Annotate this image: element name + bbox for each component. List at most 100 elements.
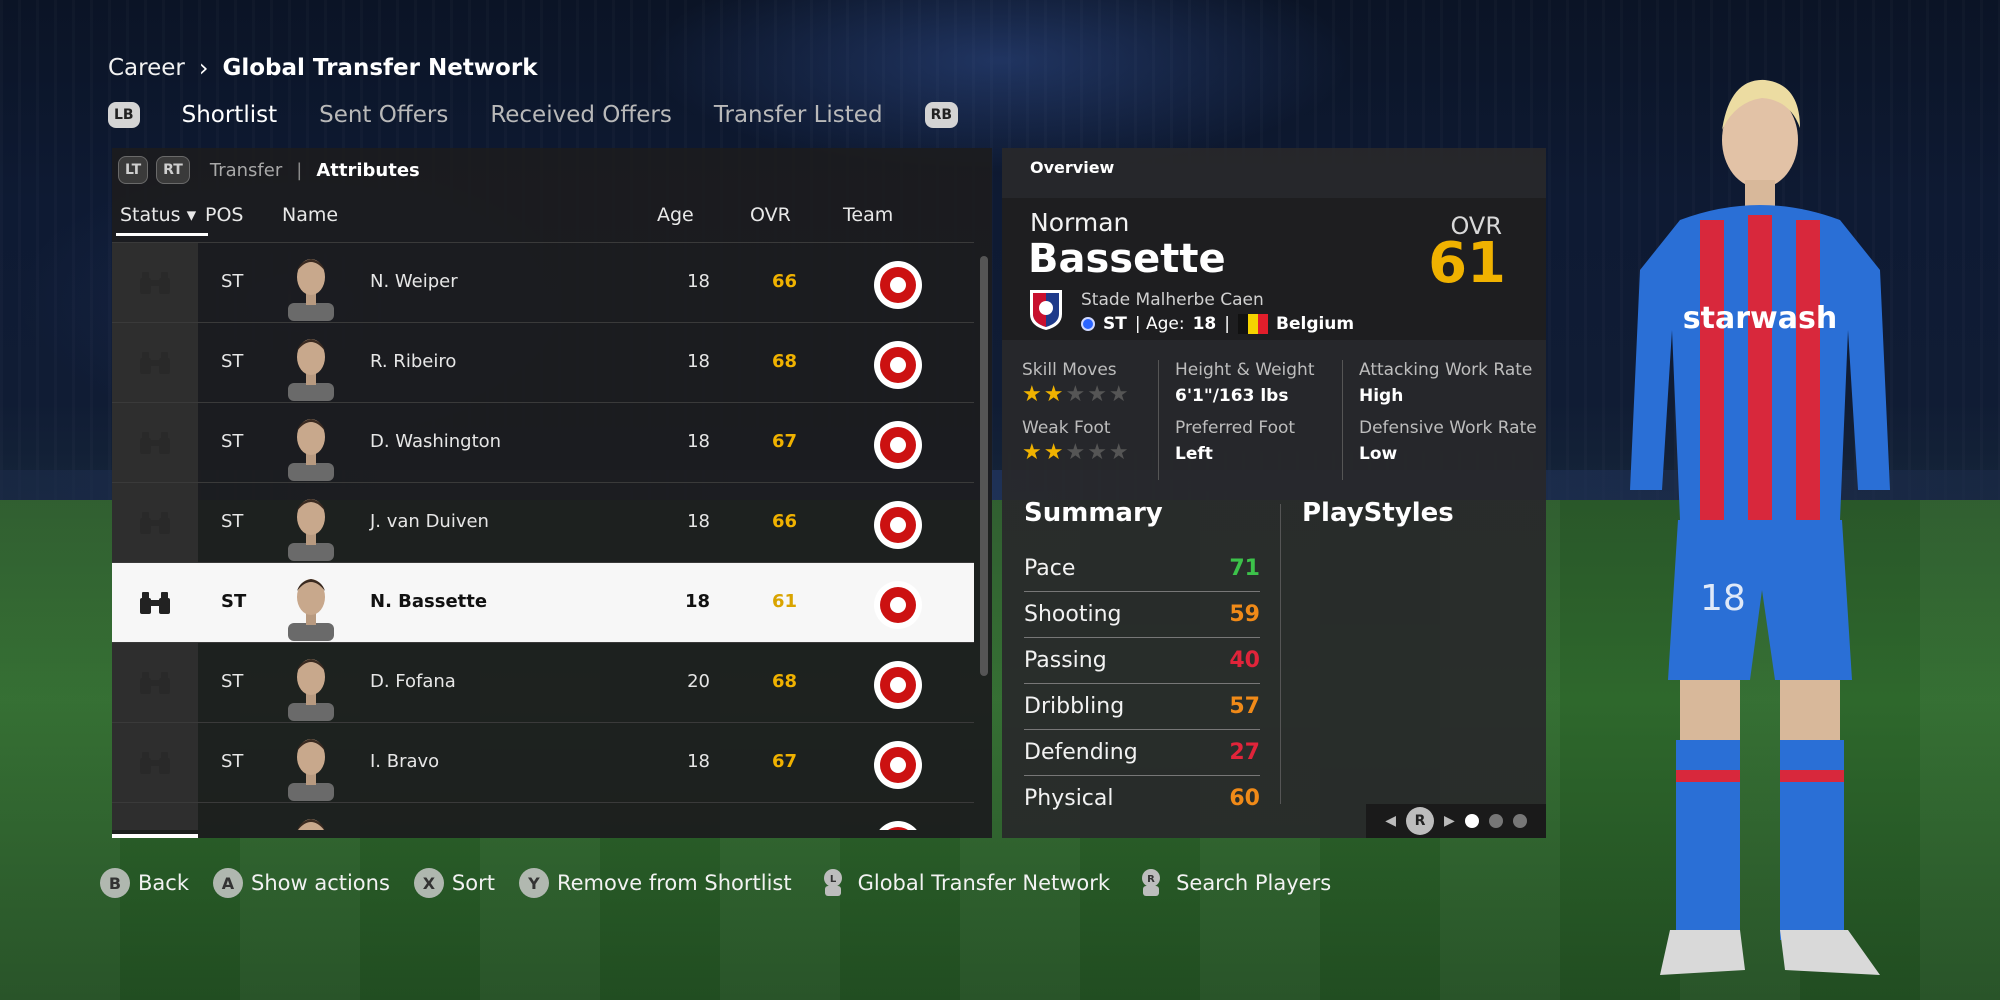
column-header-team[interactable]: Team (843, 204, 893, 226)
hint-back[interactable]: B Back (100, 868, 189, 898)
playstyles-title: PlayStyles (1302, 498, 1454, 528)
status-cell (112, 323, 198, 403)
summary-value: 60 (1229, 786, 1260, 811)
tab-bar: LB Shortlist Sent Offers Received Offers… (108, 102, 959, 128)
table-row[interactable]: ST J. Durán 19 67 (112, 802, 974, 830)
column-header-age[interactable]: Age (657, 204, 694, 226)
leverkusen-crest-icon (874, 741, 922, 789)
hint-label: Sort (451, 871, 495, 895)
status-cell (112, 563, 198, 643)
preferred-foot-value: Left (1175, 444, 1213, 464)
player-position: ST (221, 591, 247, 612)
summary-label: Dribbling (1024, 694, 1125, 719)
column-header-pos[interactable]: POS (205, 204, 243, 226)
attr-col-skills: Skill Moves ★★★★★ Weak Foot ★★★★★ (1022, 360, 1152, 480)
player-age: 18 (687, 271, 710, 292)
player-name: I. Bravo (370, 751, 440, 772)
player-position: ST (221, 271, 244, 292)
table-row[interactable]: ST I. Bravo 18 67 (112, 722, 974, 803)
hint-search-players[interactable]: R Search Players (1134, 866, 1331, 900)
r-stick-icon[interactable]: R (1406, 807, 1434, 835)
overview-title: Overview (1030, 158, 1115, 177)
table-row[interactable]: ST D. Washington 18 67 (112, 402, 974, 483)
rt-button-icon[interactable]: RT (156, 156, 190, 184)
sporting-crest-icon (874, 341, 922, 389)
left-stick-icon: L (823, 869, 842, 896)
summary-divider (1280, 504, 1281, 804)
subtab-transfer[interactable]: Transfer (210, 160, 282, 181)
column-header-name[interactable]: Name (282, 204, 338, 226)
skill-moves-stars: ★★★★★ (1022, 382, 1131, 407)
status-cell (112, 483, 198, 563)
player-age: 18 (684, 591, 710, 612)
tab-shortlist[interactable]: Shortlist (182, 102, 278, 128)
player-meta: ST | Age: 18 | Belgium (1081, 314, 1354, 334)
height-weight-label: Height & Weight (1175, 360, 1315, 380)
overview-pager[interactable]: ◀ R ▶ (1366, 804, 1546, 838)
chevron-right-icon[interactable]: ▶ (1444, 813, 1455, 829)
height-weight-value: 6'1"/163 lbs (1175, 386, 1289, 406)
player-name: D. Washington (370, 431, 502, 452)
chevron-left-icon[interactable]: ◀ (1385, 813, 1396, 829)
page-dot[interactable] (1512, 814, 1527, 828)
table-row[interactable]: ST R. Ribeiro 18 68 (112, 322, 974, 403)
svg-text:L: L (829, 874, 836, 885)
breadcrumb-root[interactable]: Career (108, 55, 185, 81)
page-dot[interactable] (1464, 814, 1479, 828)
player-header: Norman Bassette OVR 61 Stade Malherbe Ca… (1002, 198, 1546, 340)
lt-button-icon[interactable]: LT (118, 156, 149, 184)
subtab-attributes[interactable]: Attributes (316, 160, 419, 181)
table-row[interactable]: ST N. Weiper 18 66 (112, 242, 974, 323)
tab-received-offers[interactable]: Received Offers (490, 102, 672, 128)
player-headshot-icon (288, 259, 334, 321)
summary-row: Shooting 59 (1024, 592, 1260, 638)
hint-label: Search Players (1176, 871, 1332, 895)
summary-value: 59 (1229, 602, 1260, 627)
table-row-selected[interactable]: ST N. Bassette 18 61 (112, 562, 974, 643)
hint-sort[interactable]: X Sort (413, 868, 495, 898)
table-row[interactable]: ST D. Fofana 20 68 (112, 642, 974, 723)
binoculars-icon (140, 672, 170, 694)
aston-villa-crest-icon (879, 821, 917, 830)
subtab-divider: | (296, 159, 303, 181)
player-ovr: 66 (772, 511, 798, 532)
chelsea-crest-icon (874, 421, 922, 469)
player-nation: Belgium (1276, 314, 1355, 334)
player-headshot-icon (288, 579, 334, 641)
player-position: ST (221, 511, 244, 532)
caen-crest-icon (874, 581, 922, 629)
summary-row: Physical 60 (1024, 776, 1260, 822)
x-button-icon: X (413, 868, 444, 898)
player-first-name: Norman (1030, 208, 1130, 237)
column-header-ovr[interactable]: OVR (750, 204, 791, 226)
player-headshot-icon (288, 739, 334, 801)
hint-label: Remove from Shortlist (556, 871, 792, 895)
binoculars-icon (140, 752, 170, 774)
player-position: ST (221, 671, 244, 692)
tab-sent-offers[interactable]: Sent Offers (319, 102, 448, 128)
binoculars-icon (140, 592, 170, 614)
a-button-icon: A (212, 868, 243, 898)
summary-value: 71 (1229, 556, 1260, 581)
player-headshot-icon (288, 339, 334, 401)
column-header-status[interactable]: Status ▾ (115, 204, 209, 236)
player-ovr: 61 (772, 591, 798, 612)
rb-button-icon[interactable]: RB (924, 102, 959, 128)
list-scrollbar[interactable] (980, 256, 988, 676)
hint-show-actions[interactable]: A Show actions (212, 868, 390, 898)
table-row[interactable]: ST J. van Duiven 18 66 (112, 482, 974, 563)
weak-foot-stars: ★★★★★ (1022, 440, 1131, 465)
tab-transfer-listed[interactable]: Transfer Listed (714, 102, 883, 128)
attr-col-physical: Height & Weight 6'1"/163 lbs Preferred F… (1158, 360, 1338, 480)
belgium-flag-icon (1238, 314, 1268, 334)
summary-row: Passing 40 (1024, 638, 1260, 684)
hint-global-transfer-network[interactable]: L Global Transfer Network (816, 866, 1110, 900)
hint-remove-from-shortlist[interactable]: Y Remove from Shortlist (518, 868, 792, 898)
page-dot[interactable] (1488, 814, 1503, 828)
status-column-indicator (112, 834, 198, 838)
player-name: D. Fofana (370, 671, 456, 692)
binoculars-icon (140, 432, 170, 454)
player-headshot-icon (288, 419, 334, 481)
player-ovr: 68 (772, 351, 798, 372)
lb-button-icon[interactable]: LB (108, 102, 140, 128)
